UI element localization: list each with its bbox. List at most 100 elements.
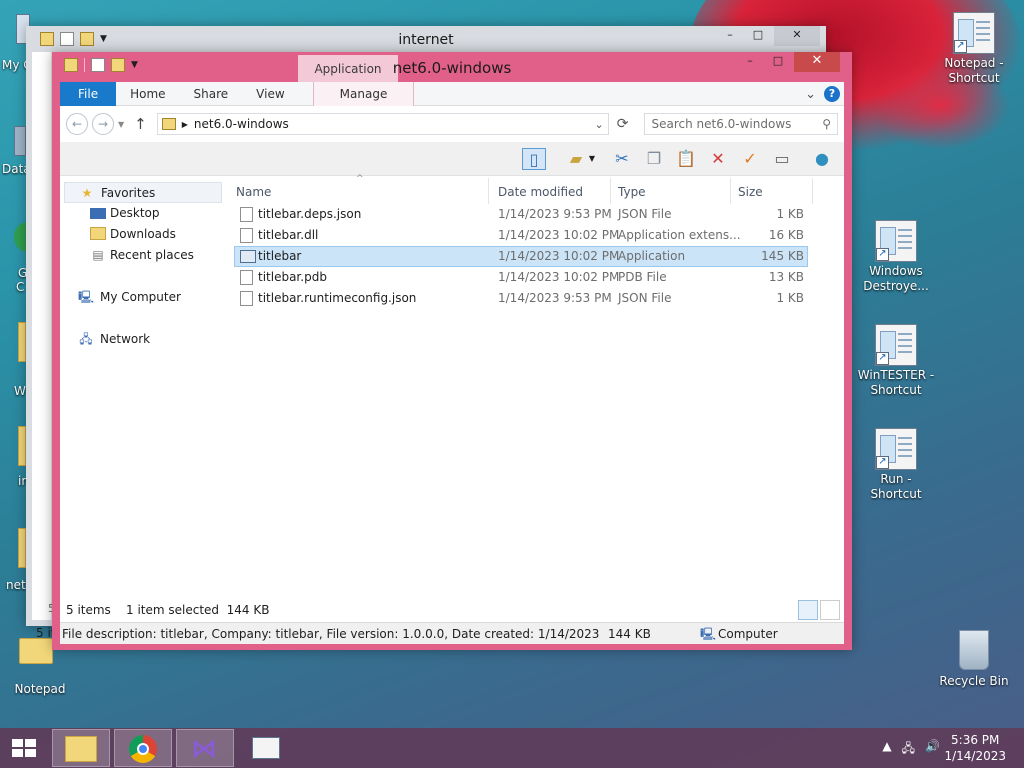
file-size: 13 KB: [768, 270, 804, 284]
nav-downloads[interactable]: Downloads: [60, 224, 230, 245]
file-name: titlebar.runtimeconfig.json: [258, 291, 417, 305]
close-button[interactable]: ✕: [794, 52, 840, 72]
details-location: Computer: [718, 627, 778, 641]
tab-manage[interactable]: Manage: [312, 82, 415, 106]
nav-recent-places[interactable]: ▤ Recent places: [60, 245, 230, 266]
cut-icon[interactable]: ✂: [610, 148, 634, 170]
desktop-icon-windows-destroyer[interactable]: ↗ Windows Destroye...: [856, 220, 936, 294]
address-dropdown-icon[interactable]: ⌄: [595, 118, 604, 131]
column-header-size[interactable]: Size: [738, 185, 763, 199]
start-button[interactable]: [10, 737, 38, 759]
desktop-icon-label: Recycle Bin: [939, 674, 1009, 688]
taskbar-chrome[interactable]: [114, 729, 172, 767]
tab-share[interactable]: Share: [180, 82, 243, 106]
close-button[interactable]: ✕: [774, 26, 820, 46]
tab-file[interactable]: File: [60, 82, 117, 106]
move-to-icon[interactable]: ▰: [564, 148, 588, 170]
nav-label: My Computer: [100, 290, 181, 304]
desktop-icon-partial-folder-net[interactable]: net: [0, 524, 26, 594]
desktop-icon-partial-folder-w[interactable]: W: [0, 318, 26, 398]
move-to-dropdown-icon[interactable]: ▼: [586, 148, 598, 170]
volume-icon[interactable]: 🔊: [925, 739, 940, 760]
file-row[interactable]: titlebar.dll 1/14/2023 10:02 PM Applicat…: [234, 225, 808, 246]
recent-places-icon: ▤: [92, 248, 104, 262]
file-row-selected[interactable]: titlebar 1/14/2023 10:02 PM Application …: [234, 246, 808, 267]
refresh-icon[interactable]: ⟳: [617, 116, 629, 132]
paste-icon[interactable]: 📋: [674, 148, 698, 170]
desktop-icon-notepad-shortcut[interactable]: ↗ Notepad - Shortcut: [934, 12, 1014, 86]
preview-pane-icon[interactable]: ▯: [522, 148, 546, 170]
desktop-icon-label: W: [14, 384, 26, 398]
delete-icon[interactable]: ✕: [706, 148, 730, 170]
nav-favorites[interactable]: ★ Favorites: [64, 182, 222, 203]
chevron-right-icon[interactable]: ▶: [182, 120, 188, 129]
explorer-window[interactable]: ▼ Application Tools net6.0-windows – □ ✕…: [52, 52, 852, 650]
file-type: Application extens...: [618, 228, 741, 242]
clock[interactable]: 5:36 PM 1/14/2023: [944, 732, 1006, 764]
desktop-icon-label: Notepad: [14, 682, 66, 696]
file-row[interactable]: titlebar.deps.json 1/14/2023 9:53 PM JSO…: [234, 204, 808, 225]
column-header-name[interactable]: Name: [236, 185, 271, 199]
background-window-titlebar[interactable]: ▼ internet – □ ✕: [32, 26, 820, 52]
taskbar-visual-studio[interactable]: ⋈: [176, 729, 234, 767]
minimize-button[interactable]: –: [716, 26, 744, 46]
taskbar-file-explorer[interactable]: [52, 729, 110, 767]
folder-icon: [18, 426, 26, 466]
desktop-icon-partial-chrome[interactable]: G C: [0, 218, 28, 298]
dll-file-icon: [240, 228, 253, 243]
window-titlebar[interactable]: ▼ Application Tools net6.0-windows – □ ✕: [60, 52, 844, 104]
desktop-icon: [90, 208, 106, 219]
maximize-button[interactable]: □: [744, 26, 772, 46]
file-date: 1/14/2023 10:02 PM: [498, 228, 620, 242]
file-name: titlebar.pdb: [258, 270, 327, 284]
maximize-button[interactable]: □: [764, 52, 792, 72]
application-icon: [240, 250, 256, 263]
copy-icon[interactable]: ❐: [642, 148, 666, 170]
network-globe-icon[interactable]: ●: [810, 148, 834, 170]
file-size: 1 KB: [776, 291, 804, 305]
recycle-bin-icon: [953, 630, 995, 672]
application-icon: ↗: [875, 428, 917, 470]
column-header-date[interactable]: Date modified: [498, 185, 583, 199]
back-button[interactable]: ←: [66, 113, 88, 135]
forward-button[interactable]: →: [92, 113, 114, 135]
details-view-button[interactable]: [798, 600, 818, 620]
pdb-file-icon: [240, 270, 253, 285]
file-list: Name ^ Date modified Type Size titlebar.…: [230, 174, 844, 598]
up-arrow-icon[interactable]: ↑: [134, 115, 147, 133]
tab-view[interactable]: View: [242, 82, 298, 106]
address-input[interactable]: ▶ net6.0-windows ⌄: [156, 113, 609, 135]
rename-icon[interactable]: ▭: [770, 148, 794, 170]
tab-home[interactable]: Home: [116, 82, 179, 106]
file-row[interactable]: titlebar.pdb 1/14/2023 10:02 PM PDB File…: [234, 267, 808, 288]
large-icons-view-button[interactable]: [820, 600, 840, 620]
column-header-type[interactable]: Type: [618, 185, 646, 199]
file-type: PDB File: [618, 270, 667, 284]
desktop-icon-label: Notepad - Shortcut: [944, 56, 1004, 85]
nav-network[interactable]: 🖧 Network: [60, 329, 230, 350]
taskbar-titlebar-app[interactable]: [238, 729, 296, 767]
confirm-icon[interactable]: ✓: [738, 148, 762, 170]
desktop-icon-partial-folder-in[interactable]: in: [0, 422, 29, 492]
desktop-icon-run-shortcut[interactable]: ↗ Run - Shortcut: [856, 428, 936, 502]
recent-locations-icon[interactable]: ▼: [118, 120, 124, 129]
nav-my-computer[interactable]: 🖳 My Computer: [60, 287, 230, 308]
desktop-icon-label: C: [16, 280, 25, 294]
desktop-icon-partial-data[interactable]: Data: [0, 120, 31, 180]
nav-desktop[interactable]: Desktop: [60, 203, 230, 224]
network-icon[interactable]: 🖧: [902, 739, 915, 760]
search-input[interactable]: Search net6.0-windows ⚲: [644, 113, 838, 135]
nav-label: Downloads: [110, 227, 176, 241]
nav-label: Desktop: [110, 206, 160, 220]
file-row[interactable]: titlebar.runtimeconfig.json 1/14/2023 9:…: [234, 288, 808, 309]
minimize-button[interactable]: –: [736, 52, 764, 72]
search-icon[interactable]: ⚲: [822, 117, 831, 131]
windows-logo-icon: [12, 739, 36, 757]
show-hidden-icons-icon[interactable]: ▲: [882, 739, 891, 760]
desktop-icon-recycle-bin[interactable]: Recycle Bin: [934, 630, 1014, 689]
desktop-icon-wintester-shortcut[interactable]: ↗ WinTESTER - Shortcut: [856, 324, 936, 398]
help-icon[interactable]: ?: [824, 86, 840, 102]
desktop-icon-partial-mycomputer[interactable]: My C: [0, 10, 32, 74]
expand-ribbon-icon[interactable]: ⌄: [805, 87, 816, 102]
system-tray: ▲ 🖧 🔊: [882, 739, 940, 760]
